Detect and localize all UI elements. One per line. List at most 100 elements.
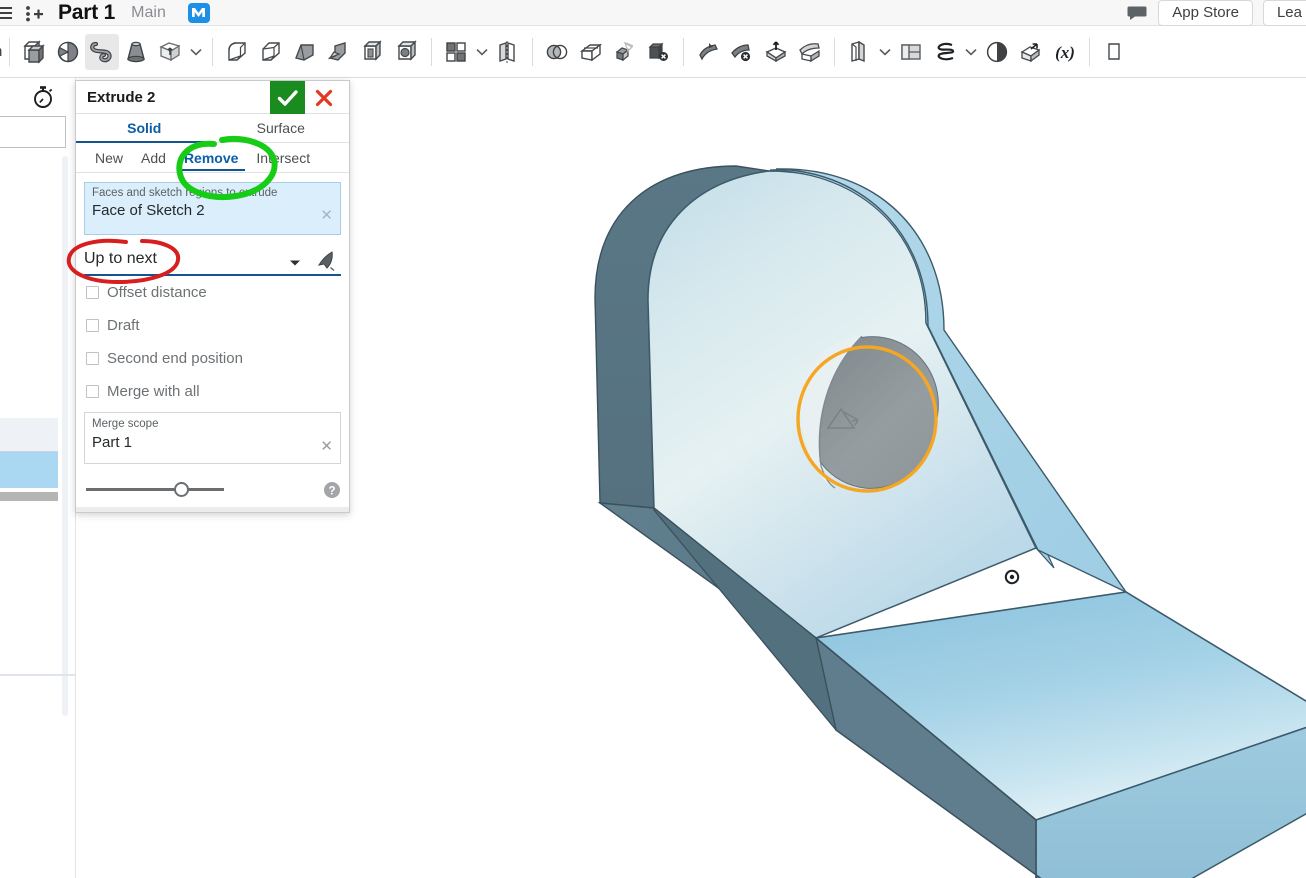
toolbar-divider [431, 38, 432, 66]
second-end-position-checkbox[interactable] [86, 352, 99, 365]
move-face-icon[interactable] [759, 34, 793, 70]
slider-thumb[interactable] [174, 482, 189, 497]
feature-list-horizontal-scrollbar[interactable] [0, 492, 58, 501]
feature-list-item-selected[interactable] [0, 452, 58, 488]
app-store-button[interactable]: App Store [1158, 0, 1253, 26]
feature-panel-divider [0, 674, 76, 676]
dialog-footer-strip [76, 507, 349, 512]
offset-distance-row[interactable]: Offset distance [76, 276, 349, 309]
fold-caret-icon[interactable] [876, 34, 894, 70]
boolean-icon[interactable] [540, 34, 574, 70]
merge-scope-value: Part 1 [92, 434, 333, 451]
faces-field-label: Faces and sketch regions to extrude [92, 187, 333, 199]
loft-icon[interactable] [119, 34, 153, 70]
toolbar-divider [9, 38, 10, 66]
offset-distance-checkbox[interactable] [86, 286, 99, 299]
rib-icon[interactable] [288, 34, 322, 70]
merge-scope-field[interactable]: Merge scope Part 1 ✕ [84, 412, 341, 464]
sketch-plane-icon[interactable] [1097, 34, 1131, 70]
comment-icon[interactable] [1126, 4, 1148, 22]
replace-face-icon[interactable] [793, 34, 827, 70]
draft-row[interactable]: Draft [76, 309, 349, 342]
origin-point-icon[interactable] [1006, 571, 1018, 583]
feature-list-vertical-scrollbar[interactable] [62, 156, 68, 716]
fillet-icon[interactable] [220, 34, 254, 70]
section-view-icon[interactable] [980, 34, 1014, 70]
extrude-dialog[interactable]: Extrude 2 Solid Surface New Add Remove I… [75, 80, 350, 513]
close-x-icon[interactable] [307, 81, 341, 114]
feature-toolbar: h [0, 26, 1306, 78]
pattern-icon[interactable] [439, 34, 473, 70]
import-derived-icon[interactable] [1014, 34, 1048, 70]
feature-list-panel[interactable] [0, 78, 76, 878]
curve-icon[interactable] [928, 34, 962, 70]
clear-x-icon[interactable]: ✕ [320, 437, 333, 455]
fold-icon[interactable] [842, 34, 876, 70]
tab-surface[interactable]: Surface [213, 114, 350, 142]
learn-center-button[interactable]: Lea [1263, 0, 1306, 26]
tab-add[interactable]: Add [132, 143, 175, 173]
feature-list-item[interactable] [0, 418, 58, 452]
stopwatch-icon[interactable] [32, 85, 54, 114]
help-question-icon[interactable]: ? [323, 481, 341, 504]
user-plus-icon[interactable] [16, 4, 50, 22]
dialog-title: Extrude 2 [87, 89, 155, 106]
tab-intersect[interactable]: Intersect [247, 143, 319, 173]
feature-panel-toolbar [0, 78, 76, 114]
merge-with-all-checkbox[interactable] [86, 385, 99, 398]
delete-part-icon[interactable] [642, 34, 676, 70]
pattern-caret-icon[interactable] [473, 34, 491, 70]
draft-feature-icon[interactable] [322, 34, 356, 70]
split-icon[interactable] [574, 34, 608, 70]
shell-icon[interactable] [17, 34, 51, 70]
dialog-title-bar[interactable]: Extrude 2 [76, 81, 349, 114]
draft-icon[interactable] [51, 34, 85, 70]
branch-name[interactable]: Main [131, 4, 166, 22]
merge-with-all-row[interactable]: Merge with all [76, 375, 349, 408]
hole-icon[interactable] [390, 34, 424, 70]
arrow-pointer-icon[interactable] [314, 248, 338, 277]
end-condition-value: Up to next [84, 250, 157, 268]
clear-x-icon[interactable]: ✕ [320, 206, 333, 224]
dialog-type-tabs[interactable]: Solid Surface [76, 114, 349, 143]
opacity-slider[interactable]: ? [76, 476, 349, 504]
hamburger-icon[interactable] [0, 7, 16, 19]
faces-to-extrude-field[interactable]: Faces and sketch regions to extrude Face… [84, 182, 341, 235]
curve-caret-icon[interactable] [962, 34, 980, 70]
delete-face-icon[interactable] [725, 34, 759, 70]
faces-field-value: Face of Sketch 2 [92, 202, 333, 219]
end-condition-dropdown[interactable]: Up to next [84, 244, 341, 276]
dialog-operation-tabs[interactable]: New Add Remove Intersect [76, 143, 349, 173]
second-end-position-row[interactable]: Second end position [76, 342, 349, 375]
toolbar-divider [532, 38, 533, 66]
shell-face-icon[interactable] [356, 34, 390, 70]
transform-icon[interactable] [608, 34, 642, 70]
sheet-model-icon[interactable] [894, 34, 928, 70]
checkmark-icon[interactable] [270, 81, 305, 114]
svg-text:(x): (x) [1055, 43, 1075, 62]
merge-with-all-label: Merge with all [107, 383, 200, 400]
toolbar-truncated-label: h [0, 43, 2, 60]
toolbar-divider [683, 38, 684, 66]
tab-new[interactable]: New [86, 143, 132, 173]
merge-scope-label: Merge scope [92, 418, 333, 430]
mirror-icon[interactable] [491, 34, 525, 70]
chamfer-icon[interactable] [254, 34, 288, 70]
onshape-logo-icon[interactable] [188, 3, 210, 23]
app-header: Part 1 Main App Store Lea [0, 0, 1306, 26]
chevron-down-icon[interactable] [289, 254, 301, 272]
variable-icon[interactable]: (x) [1048, 34, 1082, 70]
offset-distance-label: Offset distance [107, 284, 207, 301]
sheet-metal-flange-icon[interactable] [691, 34, 725, 70]
tab-solid[interactable]: Solid [76, 114, 213, 142]
thicken-icon[interactable] [153, 34, 187, 70]
tab-remove[interactable]: Remove [175, 143, 247, 173]
document-title[interactable]: Part 1 [58, 2, 115, 24]
feature-search-input[interactable] [0, 116, 66, 148]
draft-label: Draft [107, 317, 140, 334]
draft-checkbox[interactable] [86, 319, 99, 332]
sweep-icon[interactable] [85, 34, 119, 70]
more-features-caret-icon[interactable] [187, 34, 205, 70]
slider-track[interactable] [86, 488, 224, 491]
toolbar-divider [1089, 38, 1090, 66]
